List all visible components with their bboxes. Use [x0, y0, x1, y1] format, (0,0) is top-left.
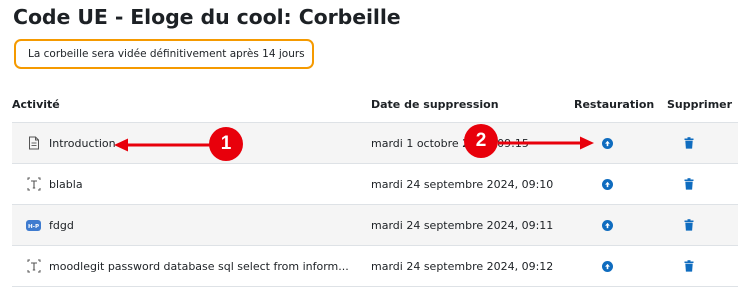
activity-name: moodlegit password database sql select f…: [49, 259, 349, 273]
annotation-badge-2: 2: [464, 124, 498, 158]
svg-text:H-P: H-P: [28, 223, 39, 229]
arrow-up-icon: [604, 222, 610, 228]
trash-notice-text: La corbeille sera vidée définitivement a…: [28, 48, 305, 60]
restore-button[interactable]: [601, 137, 613, 149]
delete-button[interactable]: [684, 137, 694, 149]
table-row: moodlegit password database sql select f…: [12, 246, 738, 287]
text-media-icon: [26, 177, 41, 192]
page-title: Code UE - Eloge du cool: Corbeille: [13, 5, 401, 29]
deleted-date: mardi 24 septembre 2024, 09:11: [371, 218, 554, 232]
table-row: Introduction mardi 1 octobre 2024, 09:15: [12, 123, 738, 164]
table-header: Activité Date de suppression Restauratio…: [12, 86, 738, 123]
delete-button[interactable]: [684, 260, 694, 272]
table-row: H-P fdgd mardi 24 septembre 2024, 09:11: [12, 205, 738, 246]
restore-button[interactable]: [601, 219, 613, 231]
activity-name: Introduction: [49, 136, 116, 150]
h5p-icon: H-P: [26, 218, 41, 233]
trash-icon: [684, 178, 694, 190]
table-row: blabla mardi 24 septembre 2024, 09:10: [12, 164, 738, 205]
arrow-up-icon: [604, 140, 610, 146]
arrow-up-icon: [604, 181, 610, 187]
trash-icon: [684, 219, 694, 231]
deleted-date: mardi 1 octobre 2024, 09:15: [371, 136, 529, 150]
text-media-icon: [26, 259, 41, 274]
annotation-badge-1: 1: [209, 127, 243, 161]
restore-button[interactable]: [601, 260, 613, 272]
header-delete: Supprimer: [667, 98, 733, 111]
recycle-bin-table: Activité Date de suppression Restauratio…: [12, 86, 738, 287]
trash-icon: [684, 137, 694, 149]
restore-button[interactable]: [601, 178, 613, 190]
trash-notice: La corbeille sera vidée définitivement a…: [14, 39, 314, 69]
deleted-date: mardi 24 septembre 2024, 09:12: [371, 259, 554, 273]
page-icon: [26, 136, 41, 151]
activity-name: blabla: [49, 177, 83, 191]
header-restore: Restauration: [574, 98, 655, 111]
delete-button[interactable]: [684, 219, 694, 231]
deleted-date: mardi 24 septembre 2024, 09:10: [371, 177, 554, 191]
arrow-up-icon: [604, 263, 610, 269]
trash-icon: [684, 260, 694, 272]
header-deleted-on[interactable]: Date de suppression: [371, 98, 499, 111]
activity-name: fdgd: [49, 218, 74, 232]
delete-button[interactable]: [684, 178, 694, 190]
header-activity[interactable]: Activité: [12, 98, 60, 111]
